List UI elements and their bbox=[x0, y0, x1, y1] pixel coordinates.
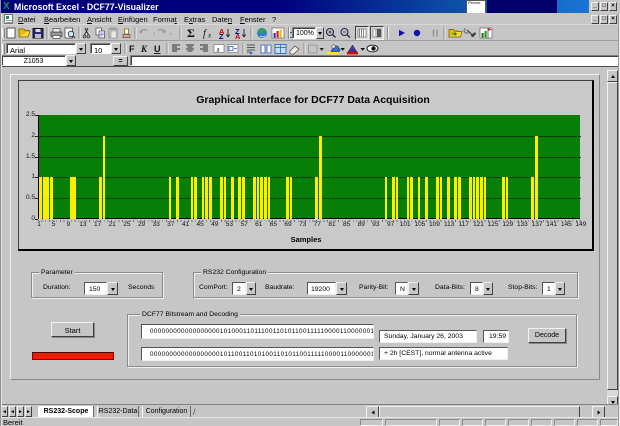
svg-text:K: K bbox=[140, 44, 148, 54]
svg-text:F: F bbox=[129, 44, 135, 54]
svg-text:U: U bbox=[154, 44, 161, 54]
